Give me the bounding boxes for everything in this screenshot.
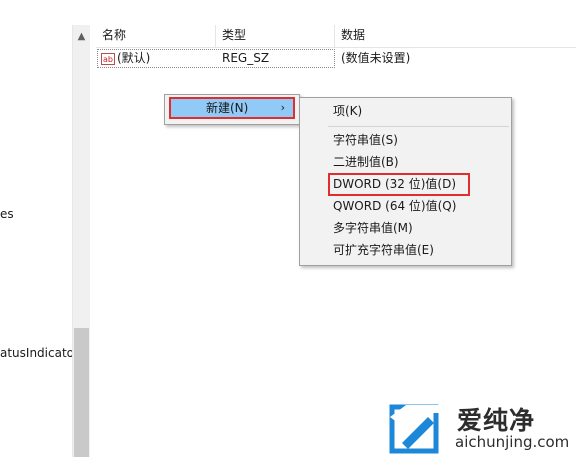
watermark-url: aichunjing.com <box>455 433 570 451</box>
value-data: (数值未设置) <box>341 51 411 65</box>
value-name: (默认) <box>117 51 151 65</box>
tree-item-partial[interactable]: atusIndicator <box>0 346 79 360</box>
table-row[interactable]: ab (默认) REG_SZ (数值未设置) <box>96 48 576 68</box>
menu-item-multi-string-value[interactable]: 多字符串值(M) <box>333 217 413 239</box>
key-tree-pane[interactable]: es atusIndicator ▲ <box>0 17 91 457</box>
column-header-type[interactable]: 类型 <box>216 25 335 47</box>
column-header-data[interactable]: 数据 <box>335 25 576 47</box>
menu-item-qword-value[interactable]: QWORD (64 位)值(Q) <box>333 195 456 217</box>
menu-item-new[interactable]: 新建(N) › <box>169 97 295 119</box>
watermark: 爱纯净 aichunjing.com <box>385 400 575 457</box>
tree-scrollbar[interactable]: ▲ <box>72 25 90 457</box>
watermark-brand: 爱纯净 <box>457 406 536 435</box>
list-header: 名称 类型 数据 <box>96 25 576 48</box>
value-name-cell: ab (默认) <box>101 48 150 68</box>
menu-item-dword-value[interactable]: DWORD (32 位)值(D) <box>333 173 456 195</box>
tree-item-partial[interactable]: es <box>0 207 14 221</box>
menu-item-string-value[interactable]: 字符串值(S) <box>333 129 398 151</box>
menu-item-expandable-string-value[interactable]: 可扩充字符串值(E) <box>333 239 434 261</box>
new-submenu: 项(K) 字符串值(S) 二进制值(B) DWORD (32 位)值(D) QW… <box>299 97 512 266</box>
string-value-icon: ab <box>101 52 115 65</box>
menu-item-binary-value[interactable]: 二进制值(B) <box>333 151 399 173</box>
value-type: REG_SZ <box>222 51 270 65</box>
scroll-thumb[interactable] <box>74 328 89 457</box>
submenu-arrow-icon: › <box>280 101 285 114</box>
scroll-up-arrow-icon[interactable]: ▲ <box>73 25 90 47</box>
column-header-name[interactable]: 名称 <box>96 25 216 47</box>
menu-item-new-label: 新建(N) <box>206 101 249 115</box>
menu-separator <box>328 126 509 127</box>
context-menu: 新建(N) › <box>164 94 300 125</box>
menu-item-key[interactable]: 项(K) <box>333 100 362 122</box>
watermark-logo-icon <box>389 404 440 454</box>
